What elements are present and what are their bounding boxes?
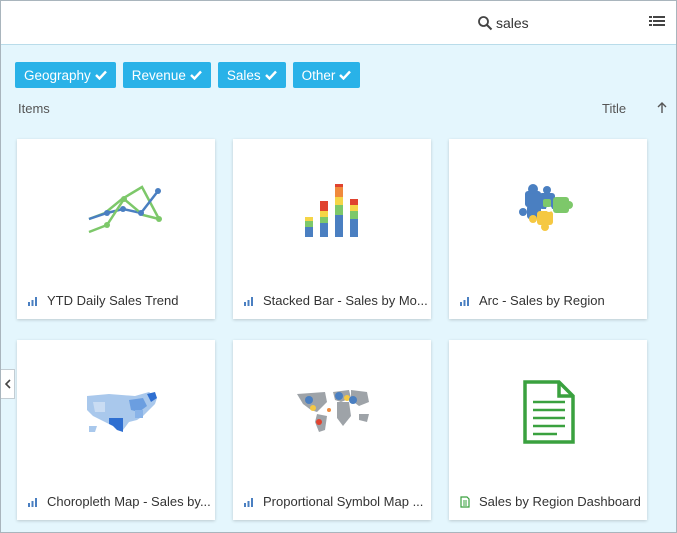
card-title: Sales by Region Dashboard — [479, 494, 641, 509]
search-icon — [478, 16, 493, 31]
items-heading: Items — [18, 101, 50, 116]
top-bar — [1, 1, 676, 45]
check-icon — [264, 70, 277, 80]
card-meta: Stacked Bar - Sales by Mo... — [243, 293, 428, 308]
us-map-thumbnail — [87, 392, 157, 432]
item-card-stacked-bar[interactable]: Stacked Bar - Sales by Mo... — [233, 139, 431, 319]
list-view-icon[interactable] — [649, 15, 665, 29]
item-card-ytd-daily-sales-trend[interactable]: YTD Daily Sales Trend — [17, 139, 215, 319]
filter-chip-revenue[interactable]: Revenue — [122, 62, 211, 88]
item-card-arc-sales-by-region[interactable]: Arc - Sales by Region — [449, 139, 647, 319]
world-map-thumbnail — [297, 390, 369, 432]
card-title: Arc - Sales by Region — [479, 293, 605, 308]
chart-icon — [28, 497, 37, 507]
card-title: Choropleth Map - Sales by... — [47, 494, 211, 509]
check-icon — [94, 70, 107, 80]
card-meta: Choropleth Map - Sales by... — [27, 494, 211, 509]
filter-chip-label: Revenue — [131, 67, 186, 83]
chevron-left-icon — [4, 379, 11, 389]
item-card-sales-by-region-dashboard[interactable]: Sales by Region Dashboard — [449, 340, 647, 520]
card-meta: Sales by Region Dashboard — [459, 494, 641, 509]
filter-chip-geography[interactable]: Geography — [15, 62, 116, 88]
app-frame: Geography Revenue Sales Other Items Titl… — [0, 0, 677, 533]
card-title: Proportional Symbol Map ... — [263, 494, 424, 509]
item-card-choropleth-map[interactable]: Choropleth Map - Sales by... — [17, 340, 215, 520]
filter-chip-sales[interactable]: Sales — [217, 62, 286, 88]
check-icon — [189, 70, 202, 80]
sort-by-title-button[interactable]: Title — [602, 101, 626, 116]
stacked-bar-thumbnail — [305, 184, 358, 237]
search-input[interactable] — [496, 13, 616, 33]
card-meta: Arc - Sales by Region — [459, 293, 605, 308]
card-meta: YTD Daily Sales Trend — [27, 293, 179, 308]
card-title: Stacked Bar - Sales by Mo... — [263, 293, 428, 308]
filter-chips: Geography Revenue Sales Other — [15, 62, 361, 88]
document-thumbnail — [523, 380, 575, 444]
sort-ascending-icon[interactable] — [656, 101, 668, 115]
card-title: YTD Daily Sales Trend — [47, 293, 179, 308]
filter-chip-label: Geography — [24, 67, 91, 83]
chart-icon — [244, 296, 253, 306]
puzzle-thumbnail — [519, 184, 573, 231]
filter-chip-other[interactable]: Other — [292, 62, 361, 88]
filter-chip-label: Other — [301, 67, 336, 83]
collapse-panel-button[interactable] — [1, 369, 15, 399]
dashboard-icon — [460, 495, 470, 508]
chart-icon — [28, 296, 37, 306]
chart-icon — [460, 296, 469, 306]
chart-icon — [244, 497, 253, 507]
line-chart-thumbnail — [88, 185, 162, 234]
filter-chip-label: Sales — [226, 67, 261, 83]
card-meta: Proportional Symbol Map ... — [243, 494, 423, 509]
item-card-proportional-symbol-map[interactable]: Proportional Symbol Map ... — [233, 340, 431, 520]
check-icon — [339, 70, 352, 80]
